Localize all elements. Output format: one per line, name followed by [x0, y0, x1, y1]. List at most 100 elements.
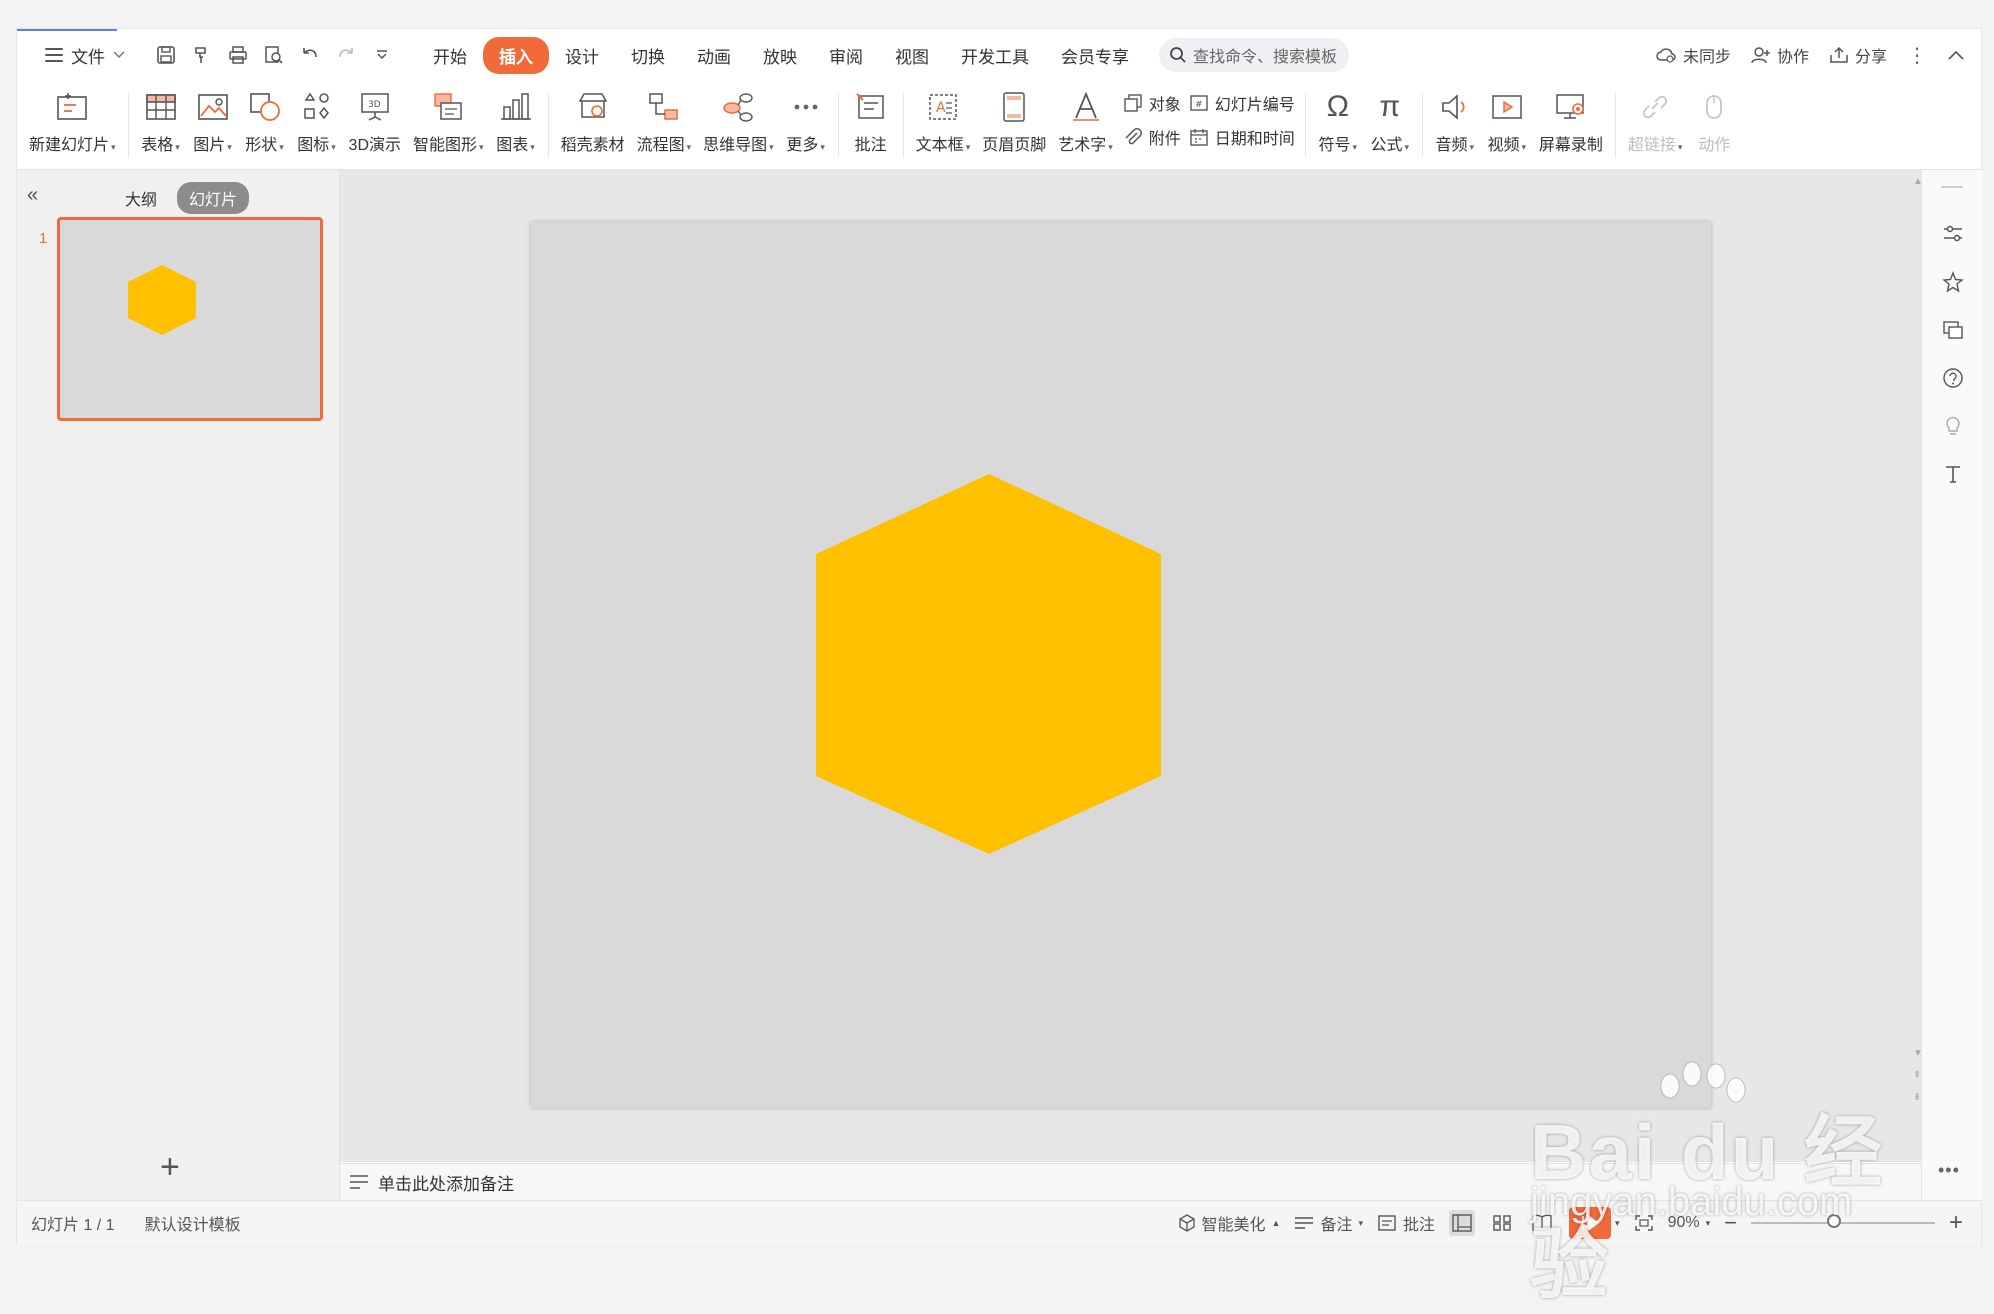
- notes-input[interactable]: 单击此处添加备注: [340, 1163, 1921, 1200]
- normal-view-button[interactable]: [1449, 1210, 1476, 1236]
- smart-beautify-button[interactable]: 智能美化 ▲: [1178, 1211, 1280, 1235]
- comment-toggle-button[interactable]: 批注: [1377, 1211, 1435, 1235]
- text-format-icon[interactable]: [1941, 462, 1965, 486]
- format-painter-icon[interactable]: [191, 44, 213, 66]
- template-name[interactable]: 默认设计模板: [145, 1211, 241, 1235]
- table-button[interactable]: 表格 ▾: [135, 87, 187, 155]
- command-search-input[interactable]: 查找命令、搜索模板: [1159, 38, 1349, 72]
- zoom-slider-thumb[interactable]: [1826, 1214, 1841, 1228]
- dropdown-arrow-icon: ▾: [1521, 142, 1527, 152]
- object-button[interactable]: 对象: [1123, 91, 1181, 115]
- add-slide-button[interactable]: +: [160, 1148, 180, 1187]
- attachment-button[interactable]: 附件: [1123, 125, 1181, 149]
- star-icon[interactable]: [1941, 270, 1965, 294]
- new-slide-label: 新建幻灯片: [29, 137, 110, 154]
- chart-button[interactable]: 图表 ▾: [490, 87, 542, 155]
- hyperlink-button[interactable]: 超链接 ▾: [1622, 87, 1689, 155]
- zoom-in-icon[interactable]: +: [1949, 1209, 1963, 1237]
- action-button[interactable]: 动作: [1688, 87, 1740, 155]
- dropdown-arrow-icon: ▾: [1469, 142, 1475, 152]
- save-icon[interactable]: [155, 44, 177, 66]
- zoom-slider[interactable]: [1750, 1214, 1935, 1228]
- tab-outline[interactable]: 大纲: [113, 182, 169, 214]
- play-options-icon[interactable]: ▾: [1615, 1218, 1620, 1229]
- comment-button[interactable]: 批注: [845, 87, 897, 155]
- tab-insert[interactable]: 插入: [483, 36, 549, 74]
- object-label: 对象: [1148, 97, 1181, 114]
- hexagon-shape[interactable]: [816, 474, 1161, 854]
- tab-animations[interactable]: 动画: [681, 37, 747, 74]
- tab-view[interactable]: 视图: [879, 37, 945, 74]
- vertical-scrollbar[interactable]: ▲ ▼ ⇞ ⇟: [1913, 170, 1923, 1162]
- slide-number-button[interactable]: # 幻灯片编号: [1189, 91, 1295, 115]
- flowchart-button[interactable]: 流程图 ▾: [631, 87, 698, 155]
- collaborate-button[interactable]: 协作: [1751, 43, 1809, 67]
- file-menu-button[interactable]: 文件: [37, 39, 133, 72]
- shape-button[interactable]: 形状 ▾: [239, 87, 291, 155]
- current-slide[interactable]: [531, 222, 1711, 1108]
- ribbon-divider: [902, 93, 904, 157]
- slide-navigation-panel: « 大纲 幻灯片 1 +: [17, 170, 340, 1200]
- print-icon[interactable]: [227, 44, 249, 66]
- collapse-ribbon-icon[interactable]: [1947, 49, 1965, 61]
- 3d-demo-button[interactable]: 3D 3D演示: [343, 87, 407, 155]
- smart-beautify-label: 智能美化: [1201, 1217, 1266, 1234]
- comment-label: 批注: [854, 137, 887, 154]
- formula-button[interactable]: π 公式 ▾: [1364, 87, 1416, 155]
- tab-home[interactable]: 开始: [417, 37, 483, 74]
- paperclip-icon: [1125, 128, 1142, 145]
- tab-member[interactable]: 会员专享: [1045, 37, 1145, 74]
- play-slideshow-button[interactable]: [1569, 1207, 1612, 1239]
- tab-design[interactable]: 设计: [549, 37, 615, 74]
- header-footer-button[interactable]: 页眉页脚: [976, 87, 1052, 155]
- properties-icon[interactable]: [1941, 222, 1965, 246]
- svg-text:A: A: [936, 100, 946, 116]
- screen-record-button[interactable]: 屏幕录制: [1533, 87, 1609, 155]
- lightbulb-icon[interactable]: [1941, 414, 1965, 438]
- smartart-button[interactable]: 智能图形 ▾: [407, 87, 490, 155]
- redo-icon[interactable]: [335, 44, 357, 66]
- tab-developer[interactable]: 开发工具: [945, 37, 1045, 74]
- fit-window-button[interactable]: [1634, 1214, 1654, 1232]
- sync-button[interactable]: 未同步: [1655, 43, 1731, 67]
- collapse-panel-icon[interactable]: «: [27, 184, 38, 207]
- datetime-button[interactable]: 日期和时间: [1189, 125, 1295, 149]
- tab-transitions[interactable]: 切换: [615, 37, 681, 74]
- zoom-level-dropdown[interactable]: 90% ▾: [1668, 1214, 1711, 1232]
- print-preview-icon[interactable]: [263, 44, 285, 66]
- mindmap-button[interactable]: 思维导图 ▾: [697, 87, 780, 155]
- flowchart-label: 流程图: [636, 137, 685, 154]
- icon-button[interactable]: 图标 ▾: [291, 87, 343, 155]
- share-button[interactable]: 分享: [1829, 43, 1887, 67]
- notes-toggle-icon: [1295, 1217, 1314, 1229]
- slide-sorter-button[interactable]: [1489, 1210, 1515, 1236]
- zoom-out-icon[interactable]: −: [1724, 1210, 1737, 1236]
- picture-button[interactable]: 图片 ▾: [187, 87, 239, 155]
- table-icon: [141, 87, 181, 127]
- more-options-icon[interactable]: •••: [1938, 1160, 1960, 1181]
- help-icon[interactable]: [1941, 366, 1965, 390]
- textbox-button[interactable]: A 文本框 ▾: [910, 87, 977, 155]
- tab-slideshow[interactable]: 放映: [747, 37, 813, 74]
- customize-toolbar-icon[interactable]: [371, 44, 393, 66]
- tab-review[interactable]: 审阅: [813, 37, 879, 74]
- docer-material-button[interactable]: 稻壳素材: [555, 87, 631, 155]
- audio-button[interactable]: 音频 ▾: [1429, 87, 1481, 155]
- slide-thumbnail[interactable]: [57, 217, 323, 421]
- more-vertical-icon[interactable]: ⋮: [1907, 43, 1927, 68]
- symbol-button[interactable]: Ω 符号 ▾: [1312, 87, 1364, 155]
- comment-toggle-label: 批注: [1403, 1217, 1436, 1234]
- screen-record-label: 屏幕录制: [1538, 137, 1603, 154]
- ribbon-divider: [547, 93, 549, 157]
- video-button[interactable]: 视频 ▾: [1481, 87, 1533, 155]
- more-button[interactable]: 更多 ▾: [780, 87, 832, 155]
- reading-view-button[interactable]: [1529, 1210, 1555, 1236]
- slide-transition-icon[interactable]: [1941, 318, 1965, 342]
- wordart-button[interactable]: 艺术字 ▾: [1052, 87, 1119, 155]
- zoom-value: 90%: [1667, 1214, 1700, 1231]
- undo-icon[interactable]: [299, 44, 321, 66]
- dropdown-arrow-icon: ▾: [227, 142, 232, 152]
- new-slide-button[interactable]: 新建幻灯片 ▾: [23, 87, 122, 155]
- notes-toggle-button[interactable]: 备注 ▾: [1294, 1211, 1363, 1235]
- tab-slides[interactable]: 幻灯片: [177, 182, 250, 214]
